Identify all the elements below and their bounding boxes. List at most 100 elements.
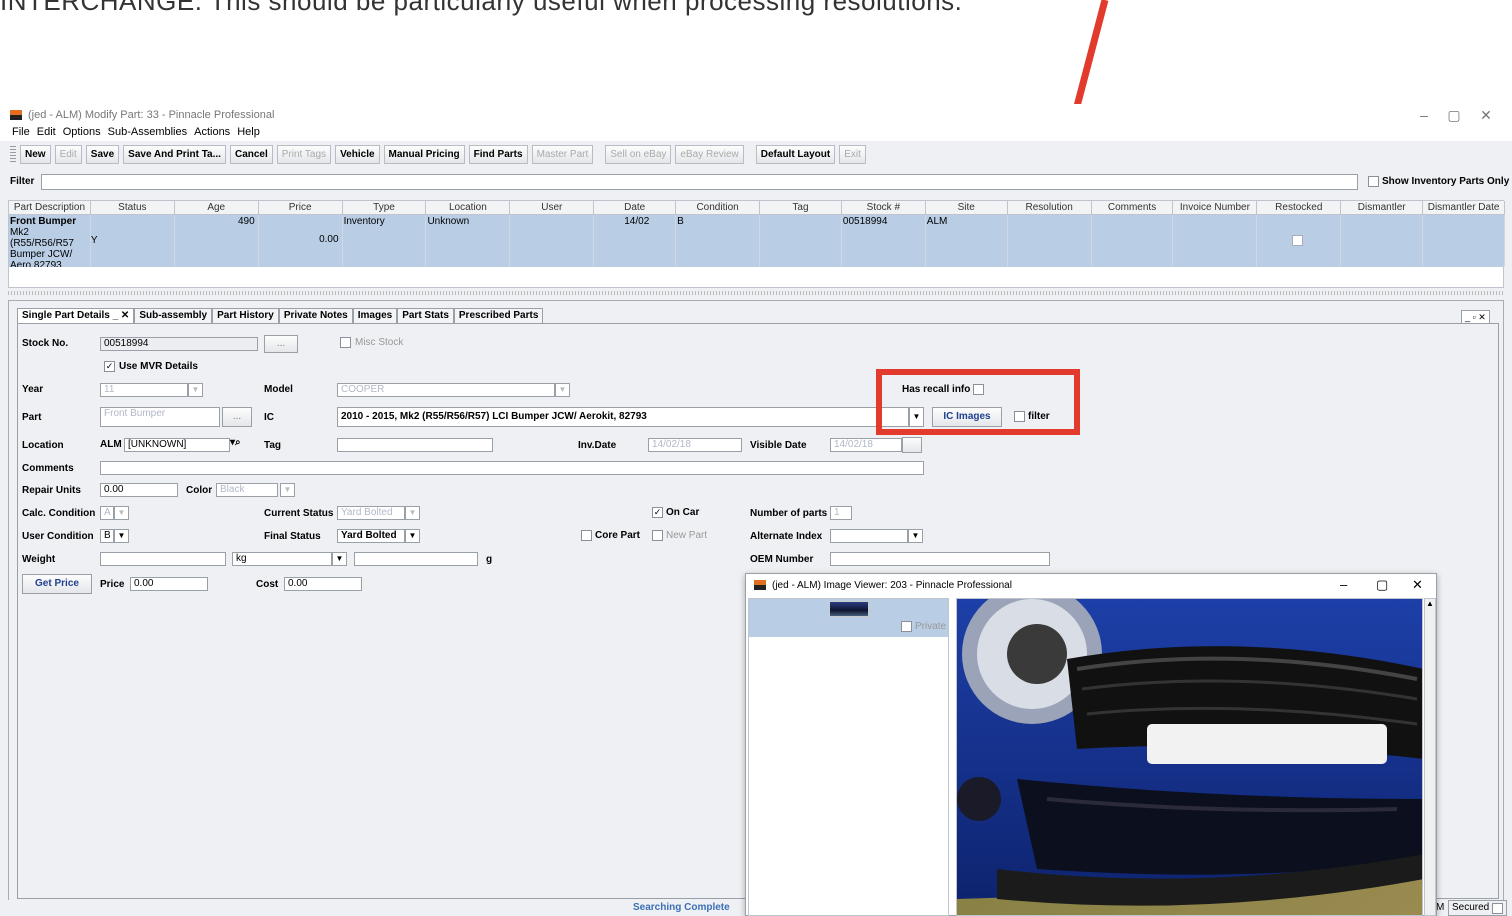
menu-help[interactable]: Help — [237, 126, 260, 141]
toolbar-button-find-parts[interactable]: Find Parts — [468, 145, 528, 164]
menu-options[interactable]: Options — [63, 126, 101, 141]
column-header[interactable]: Condition — [676, 201, 761, 214]
maximize-button[interactable]: ▢ — [1436, 106, 1472, 124]
image-viewer-maximize-button[interactable]: ▢ — [1376, 577, 1388, 593]
column-header[interactable]: Price — [259, 201, 343, 214]
image-scrollbar[interactable]: ▲ — [1424, 598, 1436, 916]
core-part-checkbox[interactable] — [581, 530, 592, 541]
filter-input[interactable] — [41, 174, 1358, 190]
cost-field[interactable]: 0.00 — [284, 577, 362, 591]
column-header[interactable]: Age — [175, 201, 259, 214]
alternate-index-field[interactable] — [830, 529, 908, 543]
tab-images[interactable]: Images — [352, 308, 398, 323]
visible-date-field[interactable]: 14/02/18 — [830, 438, 902, 452]
use-mvr-checkbox[interactable]: ✓ — [104, 361, 115, 372]
tab-sub-assembly[interactable]: Sub-assembly — [134, 308, 213, 323]
image-viewer-minimize-button[interactable]: – — [1340, 577, 1347, 592]
table-row[interactable]: Front Bumper Mk2 (R55/R56/R57 Bumper JCW/… — [9, 215, 1506, 267]
binoculars-icon[interactable]: ▾⌕ — [230, 437, 241, 448]
comments-field[interactable] — [100, 461, 924, 475]
toolbar-button-print-tags[interactable]: Print Tags — [276, 145, 332, 164]
weight-unit-dropdown-icon[interactable]: ▼ — [332, 552, 347, 566]
inv-date-field[interactable]: 14/02/18 — [648, 438, 742, 452]
toolbar-button-ebay-review[interactable]: eBay Review — [675, 145, 744, 164]
private-checkbox[interactable] — [901, 621, 912, 632]
core-part-toggle[interactable]: Core Part — [581, 530, 640, 541]
show-inventory-toggle[interactable]: Show Inventory Parts Only — [1368, 176, 1509, 187]
toolbar-button-vehicle[interactable]: Vehicle — [335, 145, 380, 164]
splitter-handle[interactable] — [8, 291, 1504, 295]
toolbar-button-master-part[interactable]: Master Part — [531, 145, 594, 164]
on-car-toggle[interactable]: ✓ On Car — [652, 507, 699, 518]
get-price-button[interactable]: Get Price — [22, 574, 92, 594]
calc-condition-dropdown-icon[interactable]: ▼ — [114, 506, 129, 520]
final-status-dropdown-icon[interactable]: ▼ — [405, 529, 420, 543]
repair-units-field[interactable]: 0.00 — [100, 483, 178, 497]
current-status-dropdown-icon[interactable]: ▼ — [405, 506, 420, 520]
color-field[interactable]: Black — [216, 483, 278, 497]
calc-condition-field[interactable]: A — [100, 506, 114, 520]
on-car-checkbox[interactable]: ✓ — [652, 507, 663, 518]
location-field[interactable]: [UNKNOWN] — [124, 438, 230, 452]
ic-field[interactable]: 2010 - 2015, Mk2 (R55/R56/R57) LCI Bumpe… — [337, 407, 909, 427]
tab-private-notes[interactable]: Private Notes — [278, 308, 353, 323]
column-header[interactable]: Type — [343, 201, 427, 214]
close-button[interactable]: ✕ — [1468, 106, 1504, 124]
stock-lookup-button[interactable]: ... — [264, 335, 298, 353]
tab-part-history[interactable]: Part History — [212, 308, 279, 323]
column-header[interactable]: Comments — [1092, 201, 1174, 214]
menu-file[interactable]: File — [12, 126, 30, 141]
column-header[interactable]: Dismantler — [1341, 201, 1424, 214]
tab-single-part-details[interactable]: Single Part Details _ ✕ — [17, 308, 135, 323]
current-status-field[interactable]: Yard Bolted — [337, 506, 405, 520]
year-dropdown-icon[interactable]: ▼ — [188, 383, 203, 397]
toolbar-button-cancel[interactable]: Cancel — [229, 145, 273, 164]
number-of-parts-field[interactable]: 1 — [830, 506, 852, 520]
part-field[interactable]: Front Bumper — [100, 407, 220, 427]
restocked-checkbox[interactable] — [1292, 235, 1304, 246]
alternate-index-dropdown-icon[interactable]: ▼ — [908, 529, 923, 543]
column-header[interactable]: User — [510, 201, 595, 214]
tag-field[interactable] — [337, 438, 493, 452]
new-part-checkbox[interactable] — [652, 530, 663, 541]
menu-edit[interactable]: Edit — [37, 126, 56, 141]
toolbar-button-default-layout[interactable]: Default Layout — [755, 145, 836, 164]
model-field[interactable]: COOPER — [337, 383, 555, 397]
toolbar-grip[interactable] — [10, 146, 16, 163]
new-part-toggle[interactable]: New Part — [652, 530, 707, 541]
toolbar-button-manual-pricing[interactable]: Manual Pricing — [383, 145, 465, 164]
toolbar-button-edit[interactable]: Edit — [54, 145, 82, 164]
price-field[interactable]: 0.00 — [130, 577, 208, 591]
oem-number-field[interactable] — [830, 552, 1050, 566]
column-header[interactable]: Resolution — [1008, 201, 1092, 214]
model-dropdown-icon[interactable]: ▼ — [555, 383, 570, 397]
column-header[interactable]: Restocked — [1257, 201, 1342, 214]
final-status-field[interactable]: Yard Bolted — [337, 529, 405, 543]
year-field[interactable]: 11 — [100, 383, 188, 397]
toolbar-button-new[interactable]: New — [20, 145, 51, 164]
column-header[interactable]: Status — [91, 201, 175, 214]
show-inventory-checkbox[interactable] — [1368, 176, 1379, 187]
color-dropdown-icon[interactable]: ▼ — [280, 483, 295, 497]
misc-stock-checkbox[interactable] — [340, 337, 351, 348]
column-header[interactable]: Part Description — [9, 201, 91, 214]
visible-date-picker-button[interactable] — [902, 437, 922, 453]
part-lookup-button[interactable]: ... — [222, 407, 252, 427]
weight-unit-field[interactable]: kg — [232, 552, 332, 566]
panel-window-controls[interactable]: _ ▫ ✕ — [1461, 310, 1490, 324]
menu-sub-assemblies[interactable]: Sub-Assemblies — [108, 126, 187, 141]
column-header[interactable]: Site — [926, 201, 1008, 214]
private-toggle[interactable]: Private — [901, 621, 946, 632]
column-header[interactable]: Location — [426, 201, 511, 214]
tab-prescribed-parts[interactable]: Prescribed Parts — [453, 308, 544, 323]
toolbar-button-sell-on-ebay[interactable]: Sell on eBay — [605, 145, 672, 164]
user-condition-field[interactable]: B — [100, 529, 114, 543]
tab-close-controls[interactable]: _ ✕ — [113, 310, 130, 321]
misc-stock-toggle[interactable]: Misc Stock — [340, 337, 403, 348]
grams-field[interactable] — [354, 552, 478, 566]
stock-no-field[interactable]: 00518994 — [100, 337, 258, 351]
column-header[interactable]: Stock # — [842, 201, 926, 214]
use-mvr-toggle[interactable]: ✓ Use MVR Details — [104, 361, 198, 372]
scroll-up-icon[interactable]: ▲ — [1425, 599, 1435, 608]
tab-part-stats[interactable]: Part Stats — [397, 308, 454, 323]
